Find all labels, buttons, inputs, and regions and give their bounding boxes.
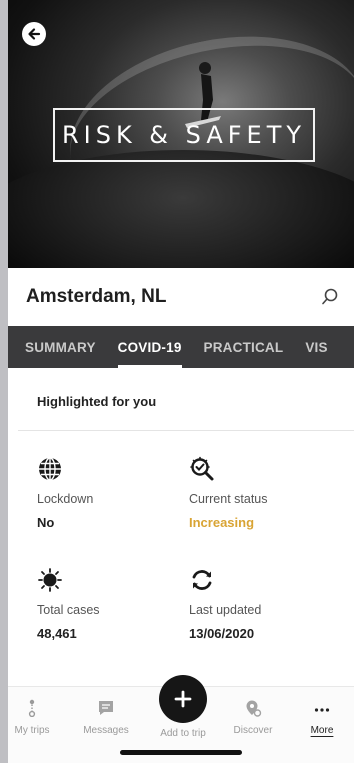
nav-label: My trips xyxy=(14,725,50,736)
stat-label: Current status xyxy=(189,492,268,506)
add-to-trip-label: Add to trip xyxy=(160,728,206,739)
section-title: Highlighted for you xyxy=(37,394,157,409)
globe-icon xyxy=(39,457,61,481)
search-icon[interactable] xyxy=(320,287,340,307)
tab-summary[interactable]: SUMMARY xyxy=(8,326,107,368)
tab-visas[interactable]: VIS xyxy=(294,326,338,368)
virus-search-icon xyxy=(190,456,214,481)
stat-last-updated: Last updated 13/06/2020 xyxy=(189,567,329,641)
nav-label: Discover xyxy=(233,725,273,736)
nav-more[interactable]: More xyxy=(289,695,354,736)
stat-value: Increasing xyxy=(189,515,255,530)
virus-icon xyxy=(38,568,62,592)
add-to-trip-button[interactable] xyxy=(159,675,207,723)
refresh-icon xyxy=(192,570,212,590)
stat-lockdown: Lockdown No xyxy=(37,456,177,530)
stat-value: 48,461 xyxy=(37,626,77,641)
location-name: Amsterdam, NL xyxy=(26,286,167,307)
location-bar: Amsterdam, NL xyxy=(8,268,354,326)
tab-covid-19[interactable]: COVID-19 xyxy=(107,326,193,368)
tab-practical[interactable]: PRACTICAL xyxy=(193,326,295,368)
hero-banner: RISK & SAFETY xyxy=(8,0,354,268)
stat-value: 13/06/2020 xyxy=(189,626,255,641)
route-pin-icon xyxy=(28,699,36,717)
more-dots-icon xyxy=(314,708,330,712)
arrow-left-icon xyxy=(28,28,41,40)
stat-value: No xyxy=(37,515,55,530)
page-title: RISK & SAFETY xyxy=(53,108,315,162)
app-screen: RISK & SAFETY Amsterdam, NL SUMMARY COVI… xyxy=(8,0,354,763)
side-strip xyxy=(0,0,8,763)
nav-discover[interactable]: Discover xyxy=(220,695,286,736)
discover-pin-icon xyxy=(246,700,262,717)
back-button[interactable] xyxy=(22,22,46,46)
stat-label: Last updated xyxy=(189,603,262,617)
nav-label: More xyxy=(310,725,334,736)
covid-content: Highlighted for you Lockdown No Current … xyxy=(8,368,354,686)
tab-bar: SUMMARY COVID-19 PRACTICAL VIS xyxy=(8,326,354,368)
divider xyxy=(18,430,354,431)
stat-label: Total cases xyxy=(37,603,100,617)
stat-total-cases: Total cases 48,461 xyxy=(37,567,177,641)
nav-label: Messages xyxy=(83,725,129,736)
plus-icon xyxy=(174,690,192,708)
nav-messages[interactable]: Messages xyxy=(73,695,139,736)
hero-water xyxy=(8,150,354,268)
message-icon xyxy=(99,701,113,715)
nav-my-trips[interactable]: My trips xyxy=(8,695,65,736)
bottom-navigation: My trips Messages Add to trip Discover M… xyxy=(8,675,354,763)
stat-label: Lockdown xyxy=(37,492,94,506)
home-indicator xyxy=(120,750,242,755)
stat-current-status: Current status Increasing xyxy=(189,456,329,530)
